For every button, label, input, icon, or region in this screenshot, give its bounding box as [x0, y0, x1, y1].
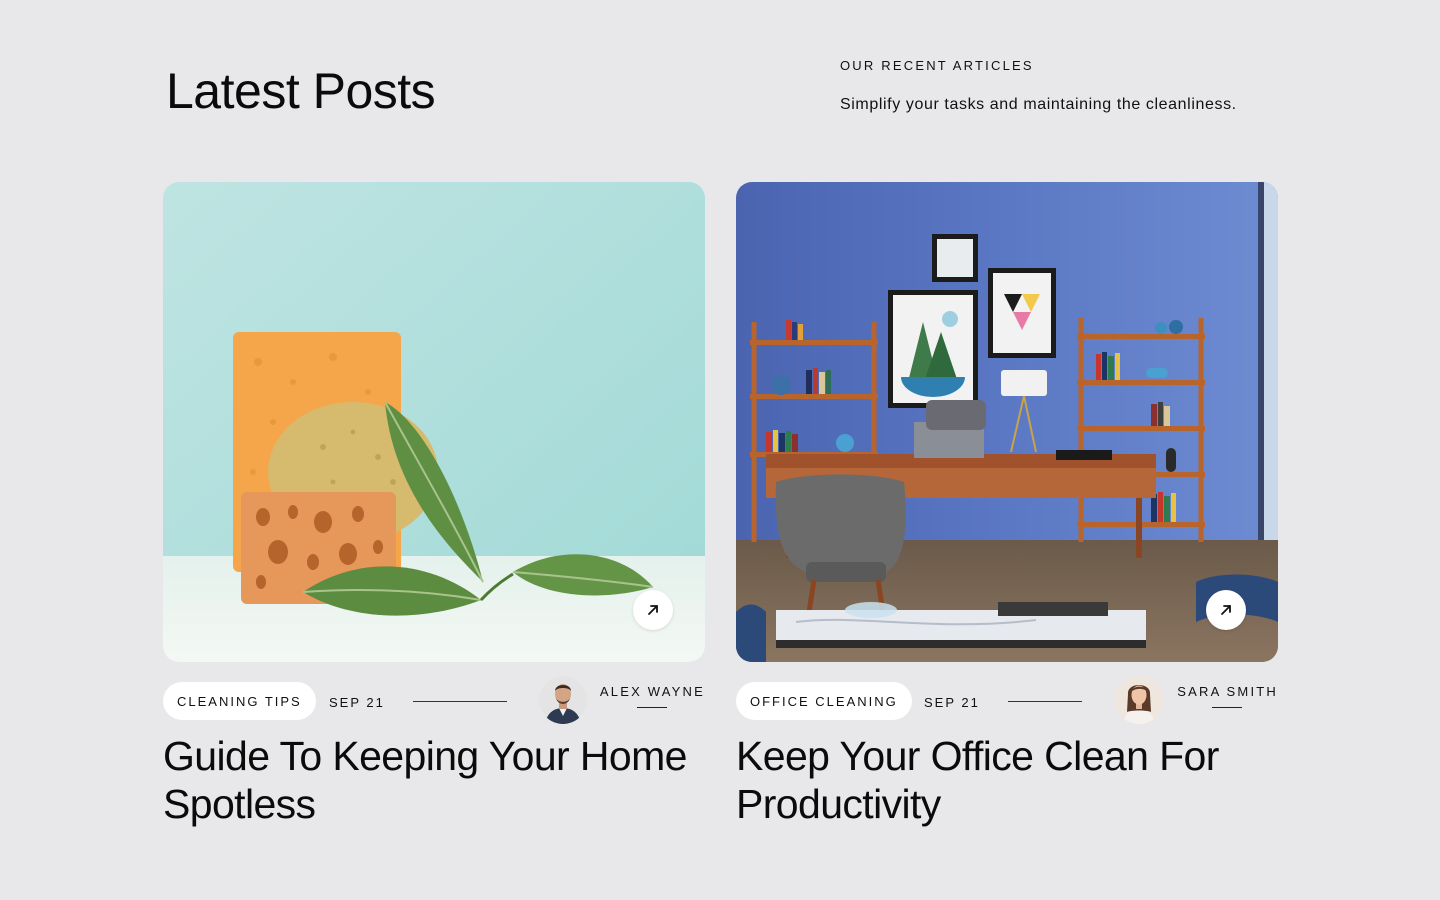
post-meta: CLEANING TIPS SEP 21 ALEX WAYNE — [163, 676, 705, 732]
author-name[interactable]: SARA SMITH — [1177, 684, 1278, 699]
post-date: SEP 21 — [329, 695, 385, 710]
open-post-button[interactable] — [633, 590, 673, 630]
post-image-sponges[interactable] — [163, 182, 705, 662]
author-underline — [637, 707, 667, 708]
avatar-woman-image — [1115, 676, 1163, 724]
arrow-up-right-icon — [1221, 605, 1231, 615]
category-tag[interactable]: CLEANING TIPS — [163, 682, 316, 720]
post-card: OFFICE CLEANING SEP 21 SARA SMITH Keep Y… — [736, 182, 1278, 828]
arrow-up-right-icon — [648, 605, 658, 615]
page-title: Latest Posts — [166, 63, 436, 119]
post-title[interactable]: Guide To Keeping Your Home Spotless — [163, 732, 705, 828]
section-eyebrow: OUR RECENT ARTICLES — [840, 58, 1034, 73]
meta-divider — [413, 701, 507, 702]
author-avatar — [1115, 676, 1163, 724]
author-underline — [1212, 707, 1242, 708]
post-image-office[interactable] — [736, 182, 1278, 662]
meta-divider — [1008, 701, 1082, 702]
category-tag[interactable]: OFFICE CLEANING — [736, 682, 912, 720]
post-meta: OFFICE CLEANING SEP 21 SARA SMITH — [736, 676, 1278, 732]
post-date: SEP 21 — [924, 695, 980, 710]
office-illustration — [736, 182, 1278, 662]
author-avatar — [539, 676, 587, 724]
sponges-illustration — [163, 182, 705, 662]
open-post-button[interactable] — [1206, 590, 1246, 630]
post-title[interactable]: Keep Your Office Clean For Productivity — [736, 732, 1278, 828]
avatar-man-image — [539, 676, 587, 724]
post-card: CLEANING TIPS SEP 21 ALEX WAYNE Guide To… — [163, 182, 705, 828]
author-name[interactable]: ALEX WAYNE — [600, 684, 705, 699]
section-subtitle: Simplify your tasks and maintaining the … — [840, 96, 1237, 113]
